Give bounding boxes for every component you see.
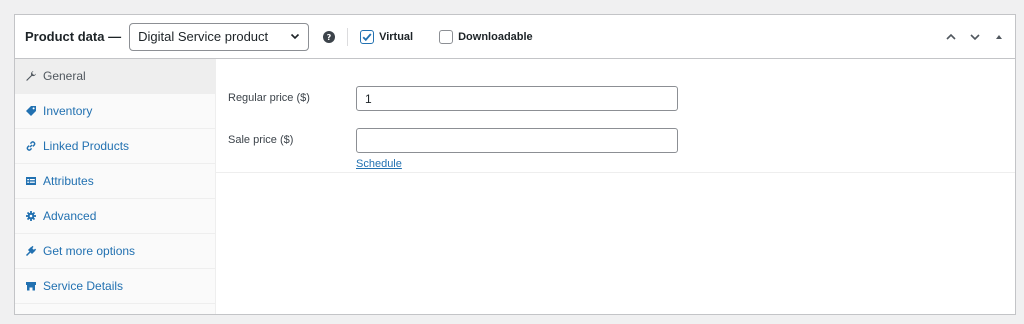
virtual-checkbox[interactable]	[360, 29, 375, 44]
schedule-link[interactable]: Schedule	[356, 158, 402, 170]
tab-inventory[interactable]: Inventory	[15, 94, 215, 129]
gear-icon	[25, 210, 37, 222]
tab-label: General	[43, 69, 86, 83]
tab-label: Service Details	[43, 279, 124, 293]
regular-price-input[interactable]: 1	[356, 86, 678, 111]
tab-label: Get more options	[43, 244, 136, 258]
downloadable-checkbox[interactable]	[439, 29, 454, 44]
link-icon	[25, 140, 37, 152]
tab-get-more-options[interactable]: Get more options	[15, 234, 215, 269]
plugin-icon	[25, 245, 37, 257]
product-data-header: Product data — Digital Service product ?…	[15, 15, 1015, 59]
move-up-icon[interactable]	[943, 29, 959, 45]
sale-price-input[interactable]	[356, 128, 678, 153]
tab-attributes[interactable]: Attributes	[15, 164, 215, 199]
virtual-option[interactable]: Virtual	[360, 29, 414, 44]
product-data-panel: Product data — Digital Service product ?…	[14, 14, 1016, 315]
list-table-icon	[25, 175, 37, 187]
downloadable-label: Downloadable	[458, 30, 533, 43]
product-data-tabs: General Inventory Linked Products Attrib…	[15, 59, 216, 314]
tab-service-details[interactable]: Service Details	[15, 269, 215, 304]
product-type-value: Digital Service product	[138, 29, 269, 44]
sale-price-label: Sale price ($)	[228, 134, 294, 146]
tab-general[interactable]: General	[15, 59, 215, 94]
product-type-select[interactable]: Digital Service product	[129, 22, 310, 51]
collapse-toggle-icon[interactable]	[991, 29, 1007, 45]
general-options-panel: Regular price ($) 1 Sale price ($) Sched…	[216, 59, 1015, 173]
help-icon[interactable]: ?	[323, 30, 336, 43]
svg-text:?: ?	[327, 33, 332, 41]
store-icon	[25, 280, 37, 292]
move-down-icon[interactable]	[967, 29, 983, 45]
tab-advanced[interactable]: Advanced	[15, 199, 215, 234]
header-divider	[347, 27, 349, 46]
regular-price-label: Regular price ($)	[228, 92, 310, 104]
tab-linked-products[interactable]: Linked Products	[15, 129, 215, 164]
chevron-down-icon	[290, 29, 300, 44]
panel-controls	[943, 29, 1007, 45]
tab-label: Advanced	[43, 209, 97, 223]
panel-title: Product data —	[25, 29, 122, 44]
tag-icon	[25, 105, 37, 117]
virtual-label: Virtual	[379, 30, 414, 43]
tab-label: Attributes	[43, 174, 94, 188]
downloadable-option[interactable]: Downloadable	[439, 29, 533, 44]
checkmark-icon	[362, 32, 372, 41]
wrench-icon	[25, 70, 37, 82]
tab-label: Inventory	[43, 104, 93, 118]
tab-label: Linked Products	[43, 139, 130, 153]
